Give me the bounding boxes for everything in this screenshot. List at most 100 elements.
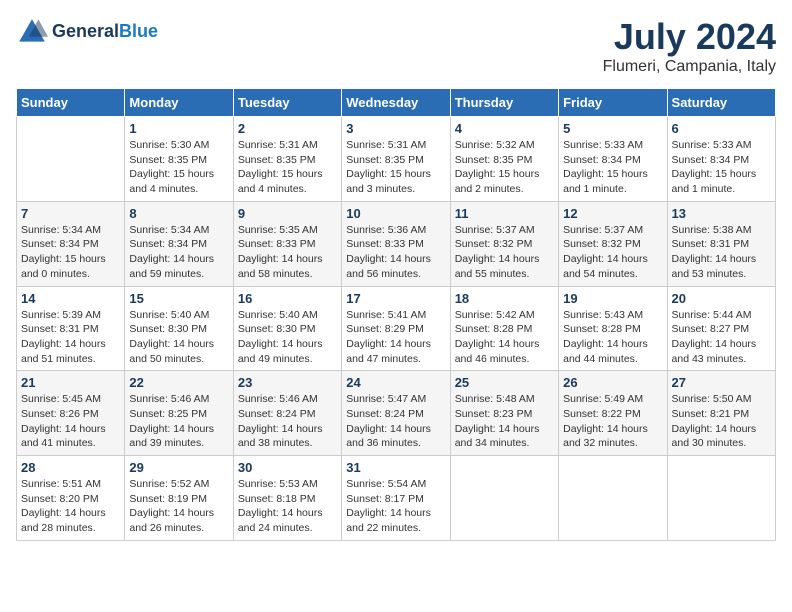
day-number: 23 [238,375,337,390]
day-number: 14 [21,291,120,306]
day-number: 2 [238,121,337,136]
cell-info: Sunrise: 5:49 AMSunset: 8:22 PMDaylight:… [563,392,662,451]
cell-info: Sunrise: 5:30 AMSunset: 8:35 PMDaylight:… [129,138,228,197]
cell-info: Sunrise: 5:33 AMSunset: 8:34 PMDaylight:… [672,138,771,197]
calendar-cell: 3 Sunrise: 5:31 AMSunset: 8:35 PMDayligh… [342,117,450,202]
week-row-5: 28 Sunrise: 5:51 AMSunset: 8:20 PMDaylig… [17,456,776,541]
day-number: 27 [672,375,771,390]
calendar-cell: 28 Sunrise: 5:51 AMSunset: 8:20 PMDaylig… [17,456,125,541]
calendar-cell: 2 Sunrise: 5:31 AMSunset: 8:35 PMDayligh… [233,117,341,202]
calendar-cell: 20 Sunrise: 5:44 AMSunset: 8:27 PMDaylig… [667,286,775,371]
calendar-cell: 12 Sunrise: 5:37 AMSunset: 8:32 PMDaylig… [559,201,667,286]
calendar-cell: 19 Sunrise: 5:43 AMSunset: 8:28 PMDaylig… [559,286,667,371]
day-number: 15 [129,291,228,306]
day-number: 11 [455,206,554,221]
weekday-header-wednesday: Wednesday [342,89,450,117]
day-number: 21 [21,375,120,390]
location-subtitle: Flumeri, Campania, Italy [603,58,776,76]
weekday-header-monday: Monday [125,89,233,117]
calendar-cell: 18 Sunrise: 5:42 AMSunset: 8:28 PMDaylig… [450,286,558,371]
cell-info: Sunrise: 5:44 AMSunset: 8:27 PMDaylight:… [672,308,771,367]
calendar-cell: 15 Sunrise: 5:40 AMSunset: 8:30 PMDaylig… [125,286,233,371]
calendar-cell: 10 Sunrise: 5:36 AMSunset: 8:33 PMDaylig… [342,201,450,286]
calendar-cell [450,456,558,541]
day-number: 25 [455,375,554,390]
calendar-cell: 13 Sunrise: 5:38 AMSunset: 8:31 PMDaylig… [667,201,775,286]
cell-info: Sunrise: 5:53 AMSunset: 8:18 PMDaylight:… [238,477,337,536]
day-number: 20 [672,291,771,306]
cell-info: Sunrise: 5:38 AMSunset: 8:31 PMDaylight:… [672,223,771,282]
day-number: 26 [563,375,662,390]
calendar-cell: 17 Sunrise: 5:41 AMSunset: 8:29 PMDaylig… [342,286,450,371]
cell-info: Sunrise: 5:47 AMSunset: 8:24 PMDaylight:… [346,392,445,451]
week-row-2: 7 Sunrise: 5:34 AMSunset: 8:34 PMDayligh… [17,201,776,286]
cell-info: Sunrise: 5:40 AMSunset: 8:30 PMDaylight:… [129,308,228,367]
calendar-cell [667,456,775,541]
day-number: 22 [129,375,228,390]
calendar-cell: 7 Sunrise: 5:34 AMSunset: 8:34 PMDayligh… [17,201,125,286]
logo-icon [16,16,48,48]
cell-info: Sunrise: 5:54 AMSunset: 8:17 PMDaylight:… [346,477,445,536]
logo: GeneralBlue [16,16,158,48]
calendar-cell: 4 Sunrise: 5:32 AMSunset: 8:35 PMDayligh… [450,117,558,202]
cell-info: Sunrise: 5:45 AMSunset: 8:26 PMDaylight:… [21,392,120,451]
calendar-cell: 29 Sunrise: 5:52 AMSunset: 8:19 PMDaylig… [125,456,233,541]
calendar-cell: 31 Sunrise: 5:54 AMSunset: 8:17 PMDaylig… [342,456,450,541]
cell-info: Sunrise: 5:43 AMSunset: 8:28 PMDaylight:… [563,308,662,367]
cell-info: Sunrise: 5:34 AMSunset: 8:34 PMDaylight:… [129,223,228,282]
cell-info: Sunrise: 5:39 AMSunset: 8:31 PMDaylight:… [21,308,120,367]
logo-text: GeneralBlue [52,22,158,42]
cell-info: Sunrise: 5:50 AMSunset: 8:21 PMDaylight:… [672,392,771,451]
day-number: 30 [238,460,337,475]
week-row-1: 1 Sunrise: 5:30 AMSunset: 8:35 PMDayligh… [17,117,776,202]
weekday-header-tuesday: Tuesday [233,89,341,117]
day-number: 6 [672,121,771,136]
day-number: 7 [21,206,120,221]
calendar-cell: 22 Sunrise: 5:46 AMSunset: 8:25 PMDaylig… [125,371,233,456]
day-number: 8 [129,206,228,221]
cell-info: Sunrise: 5:40 AMSunset: 8:30 PMDaylight:… [238,308,337,367]
day-number: 5 [563,121,662,136]
day-number: 18 [455,291,554,306]
cell-info: Sunrise: 5:37 AMSunset: 8:32 PMDaylight:… [455,223,554,282]
weekday-header-row: SundayMondayTuesdayWednesdayThursdayFrid… [17,89,776,117]
calendar-cell: 8 Sunrise: 5:34 AMSunset: 8:34 PMDayligh… [125,201,233,286]
logo-blue: Blue [119,21,158,41]
day-number: 29 [129,460,228,475]
day-number: 24 [346,375,445,390]
day-number: 28 [21,460,120,475]
weekday-header-thursday: Thursday [450,89,558,117]
title-block: July 2024 Flumeri, Campania, Italy [603,16,776,76]
day-number: 19 [563,291,662,306]
calendar-cell: 27 Sunrise: 5:50 AMSunset: 8:21 PMDaylig… [667,371,775,456]
logo-general: General [52,21,119,41]
calendar-cell: 6 Sunrise: 5:33 AMSunset: 8:34 PMDayligh… [667,117,775,202]
day-number: 9 [238,206,337,221]
calendar-cell: 30 Sunrise: 5:53 AMSunset: 8:18 PMDaylig… [233,456,341,541]
cell-info: Sunrise: 5:46 AMSunset: 8:25 PMDaylight:… [129,392,228,451]
weekday-header-friday: Friday [559,89,667,117]
cell-info: Sunrise: 5:48 AMSunset: 8:23 PMDaylight:… [455,392,554,451]
calendar-cell: 21 Sunrise: 5:45 AMSunset: 8:26 PMDaylig… [17,371,125,456]
day-number: 10 [346,206,445,221]
cell-info: Sunrise: 5:33 AMSunset: 8:34 PMDaylight:… [563,138,662,197]
calendar-cell: 23 Sunrise: 5:46 AMSunset: 8:24 PMDaylig… [233,371,341,456]
calendar-cell: 14 Sunrise: 5:39 AMSunset: 8:31 PMDaylig… [17,286,125,371]
cell-info: Sunrise: 5:35 AMSunset: 8:33 PMDaylight:… [238,223,337,282]
week-row-4: 21 Sunrise: 5:45 AMSunset: 8:26 PMDaylig… [17,371,776,456]
cell-info: Sunrise: 5:37 AMSunset: 8:32 PMDaylight:… [563,223,662,282]
calendar-cell: 1 Sunrise: 5:30 AMSunset: 8:35 PMDayligh… [125,117,233,202]
cell-info: Sunrise: 5:31 AMSunset: 8:35 PMDaylight:… [346,138,445,197]
month-year-title: July 2024 [603,16,776,58]
day-number: 3 [346,121,445,136]
calendar-cell [559,456,667,541]
cell-info: Sunrise: 5:31 AMSunset: 8:35 PMDaylight:… [238,138,337,197]
week-row-3: 14 Sunrise: 5:39 AMSunset: 8:31 PMDaylig… [17,286,776,371]
calendar-cell: 26 Sunrise: 5:49 AMSunset: 8:22 PMDaylig… [559,371,667,456]
calendar-cell: 24 Sunrise: 5:47 AMSunset: 8:24 PMDaylig… [342,371,450,456]
cell-info: Sunrise: 5:34 AMSunset: 8:34 PMDaylight:… [21,223,120,282]
cell-info: Sunrise: 5:46 AMSunset: 8:24 PMDaylight:… [238,392,337,451]
day-number: 17 [346,291,445,306]
calendar-cell: 11 Sunrise: 5:37 AMSunset: 8:32 PMDaylig… [450,201,558,286]
calendar-table: SundayMondayTuesdayWednesdayThursdayFrid… [16,88,776,541]
